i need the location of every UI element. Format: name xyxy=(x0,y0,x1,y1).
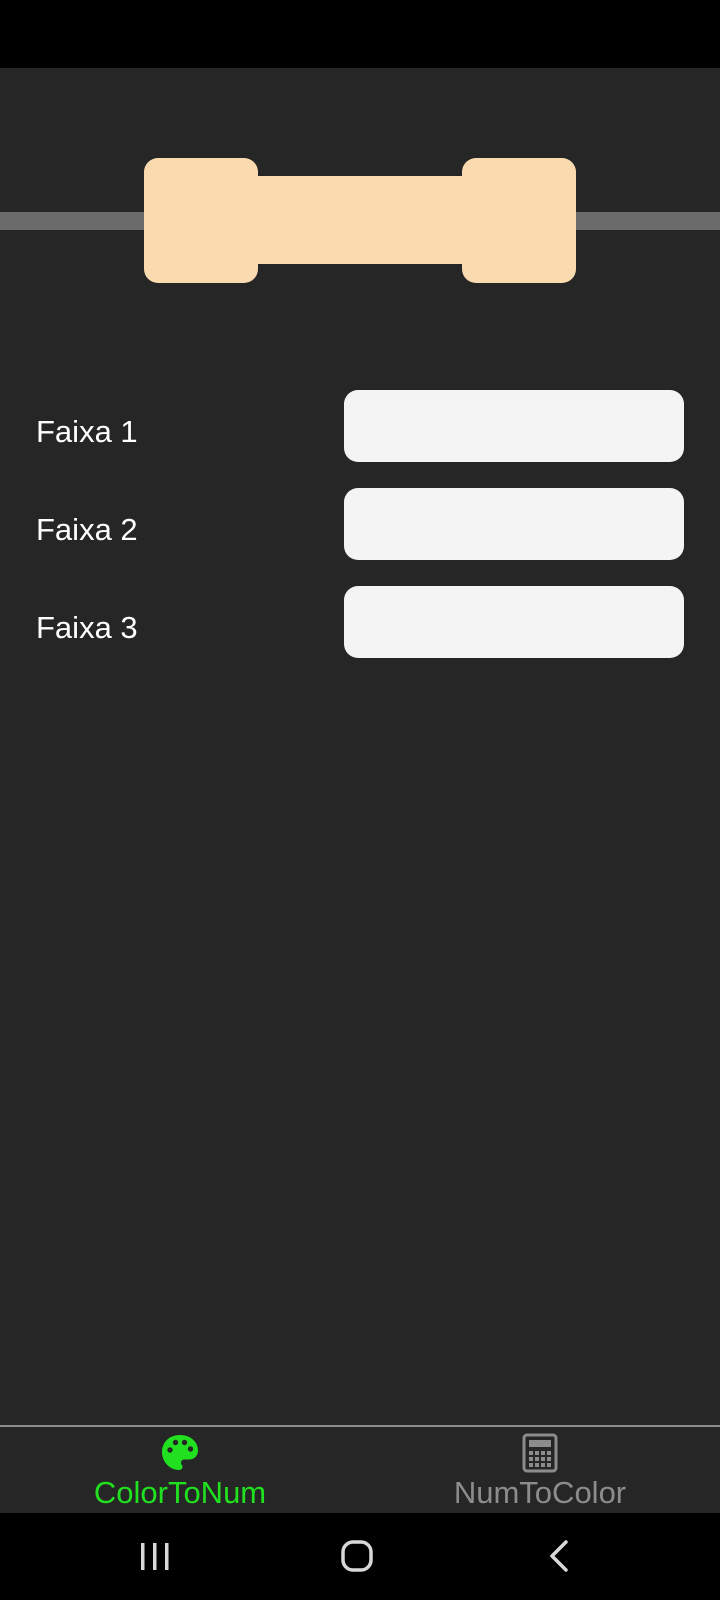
home-icon[interactable] xyxy=(327,1533,387,1579)
resistor-lead-left xyxy=(0,212,150,230)
tab-num-to-color[interactable]: NumToColor xyxy=(360,1427,720,1513)
resistor-cap-right xyxy=(462,158,576,283)
band-3-label: Faixa 3 xyxy=(36,610,138,645)
status-bar xyxy=(0,0,720,68)
bottom-navigation: ColorToNum NumToColor xyxy=(0,1425,720,1513)
band-1-label: Faixa 1 xyxy=(36,414,138,449)
tab-num-to-color-label: NumToColor xyxy=(453,1475,627,1510)
system-navigation-bar xyxy=(0,1513,720,1600)
palette-icon xyxy=(162,1435,198,1470)
resistor-cap-left xyxy=(144,158,258,283)
band-3-input[interactable] xyxy=(344,586,684,658)
calculator-icon xyxy=(522,1433,558,1473)
resistor-body xyxy=(250,176,470,264)
resistor-lead-right xyxy=(570,212,720,230)
band-1-input[interactable] xyxy=(344,390,684,462)
recent-apps-icon[interactable] xyxy=(125,1533,185,1579)
tab-color-to-num-label: ColorToNum xyxy=(93,1475,267,1510)
color-to-num-screen: Faixa 1 Faixa 2 Faixa 3 xyxy=(0,68,720,1425)
band-2-input[interactable] xyxy=(344,488,684,560)
band-2-label: Faixa 2 xyxy=(36,512,138,547)
back-icon[interactable] xyxy=(530,1533,590,1579)
tab-color-to-num[interactable]: ColorToNum xyxy=(0,1427,360,1513)
